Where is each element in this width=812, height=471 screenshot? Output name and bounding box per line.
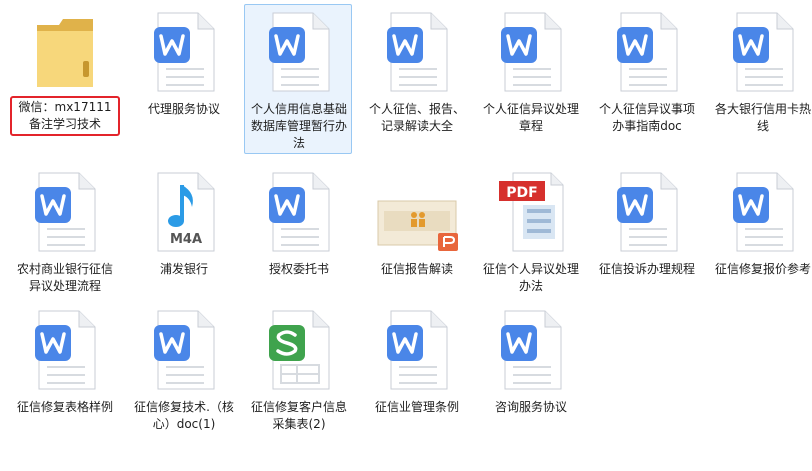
file-item-shouquan[interactable]: 授权委托书 — [244, 164, 352, 314]
wps-document-icon — [499, 11, 565, 93]
file-name-label: 授权委托书 — [268, 262, 329, 276]
wps-document-icon — [33, 309, 99, 391]
pdf-badge-text: PDF — [506, 185, 537, 201]
file-name-label: 征信修复客户信息采集表(2) — [250, 400, 347, 431]
file-item-geren-yiyi-banfa[interactable]: PDF 征信个人异议处理办法 — [476, 164, 584, 314]
file-item-guanli-tiaoli[interactable]: 征信业管理条例 — [362, 302, 470, 452]
file-item-xiufu-biaoge[interactable]: 征信修复表格样例 — [10, 302, 118, 452]
file-item-geren-zhengxin-baogao[interactable]: 个人征信、报告、记录解读大全 — [362, 4, 470, 154]
file-item-folder-wechat[interactable]: 微信：mx17111 备注学习技术 — [10, 4, 120, 154]
file-item-xiufu-jishu[interactable]: 征信修复技术.（核心）doc(1) — [129, 302, 237, 452]
file-item-geren-xinyong[interactable]: 个人信用信息基础数据库管理暂行办法 — [244, 4, 352, 154]
file-name-label: 征信个人异议处理办法 — [482, 262, 579, 293]
file-item-yinhang-rexian[interactable]: 各大银行信用卡热线 — [708, 4, 812, 154]
file-name-label: 个人征信、报告、记录解读大全 — [368, 102, 465, 133]
file-item-pufa[interactable]: M4A 浦发银行 — [129, 164, 237, 314]
file-item-daili[interactable]: 代理服务协议 — [129, 4, 237, 154]
file-item-kehu-xinxi[interactable]: 征信修复客户信息采集表(2) — [244, 302, 352, 452]
file-name-label: 个人信用信息基础数据库管理暂行办法 — [250, 102, 347, 150]
file-name-label: 农村商业银行征信异议处理流程 — [16, 262, 113, 293]
file-item-geren-yiyi-zhangcheng[interactable]: 个人征信异议处理章程 — [476, 4, 584, 154]
file-item-xiufu-baojia[interactable]: 征信修复报价参考 — [708, 164, 812, 314]
file-name-label: 征信修复技术.（核心）doc(1) — [134, 400, 234, 431]
wps-document-icon — [152, 11, 218, 93]
file-item-zixun[interactable]: 咨询服务协议 — [476, 302, 584, 452]
file-name-label: 征信报告解读 — [380, 262, 453, 276]
wps-document-icon — [615, 11, 681, 93]
file-name-label: 代理服务协议 — [147, 102, 220, 116]
wps-document-icon — [267, 11, 333, 93]
presentation-icon — [377, 171, 458, 253]
wps-document-icon — [385, 309, 451, 391]
file-name-label: 浦发银行 — [159, 262, 208, 276]
folder-icon — [33, 11, 99, 93]
audio-file-icon: M4A — [152, 171, 218, 253]
wps-document-icon — [731, 171, 797, 253]
wps-document-icon — [33, 171, 99, 253]
pdf-icon: PDF — [499, 171, 565, 253]
wps-document-icon — [267, 171, 333, 253]
file-name-label: 个人征信异议事项办事指南doc — [598, 102, 695, 133]
file-name-label: 征信业管理条例 — [374, 400, 459, 414]
wps-document-icon — [615, 171, 681, 253]
wps-document-icon — [731, 11, 797, 93]
file-name-label: 征信修复表格样例 — [16, 400, 113, 414]
file-item-nongcun[interactable]: 农村商业银行征信异议处理流程 — [10, 164, 118, 314]
file-name-label: 微信：mx17111 备注学习技术 — [10, 96, 120, 136]
m4a-badge-text: M4A — [170, 232, 202, 247]
file-name-label: 个人征信异议处理章程 — [482, 102, 579, 133]
file-name-label: 各大银行信用卡热线 — [714, 102, 811, 133]
spreadsheet-icon — [267, 309, 333, 391]
wps-document-icon — [152, 309, 218, 391]
file-name-label: 征信修复报价参考 — [714, 262, 811, 276]
file-item-tousu[interactable]: 征信投诉办理规程 — [592, 164, 700, 314]
file-item-baogao-jiedu[interactable]: 征信报告解读 — [362, 164, 470, 314]
file-name-label: 咨询服务协议 — [494, 400, 567, 414]
wps-document-icon — [499, 309, 565, 391]
wps-document-icon — [385, 11, 451, 93]
file-item-geren-yiyi-zhinan[interactable]: 个人征信异议事项办事指南doc — [592, 4, 700, 154]
file-name-label: 征信投诉办理规程 — [598, 262, 695, 276]
